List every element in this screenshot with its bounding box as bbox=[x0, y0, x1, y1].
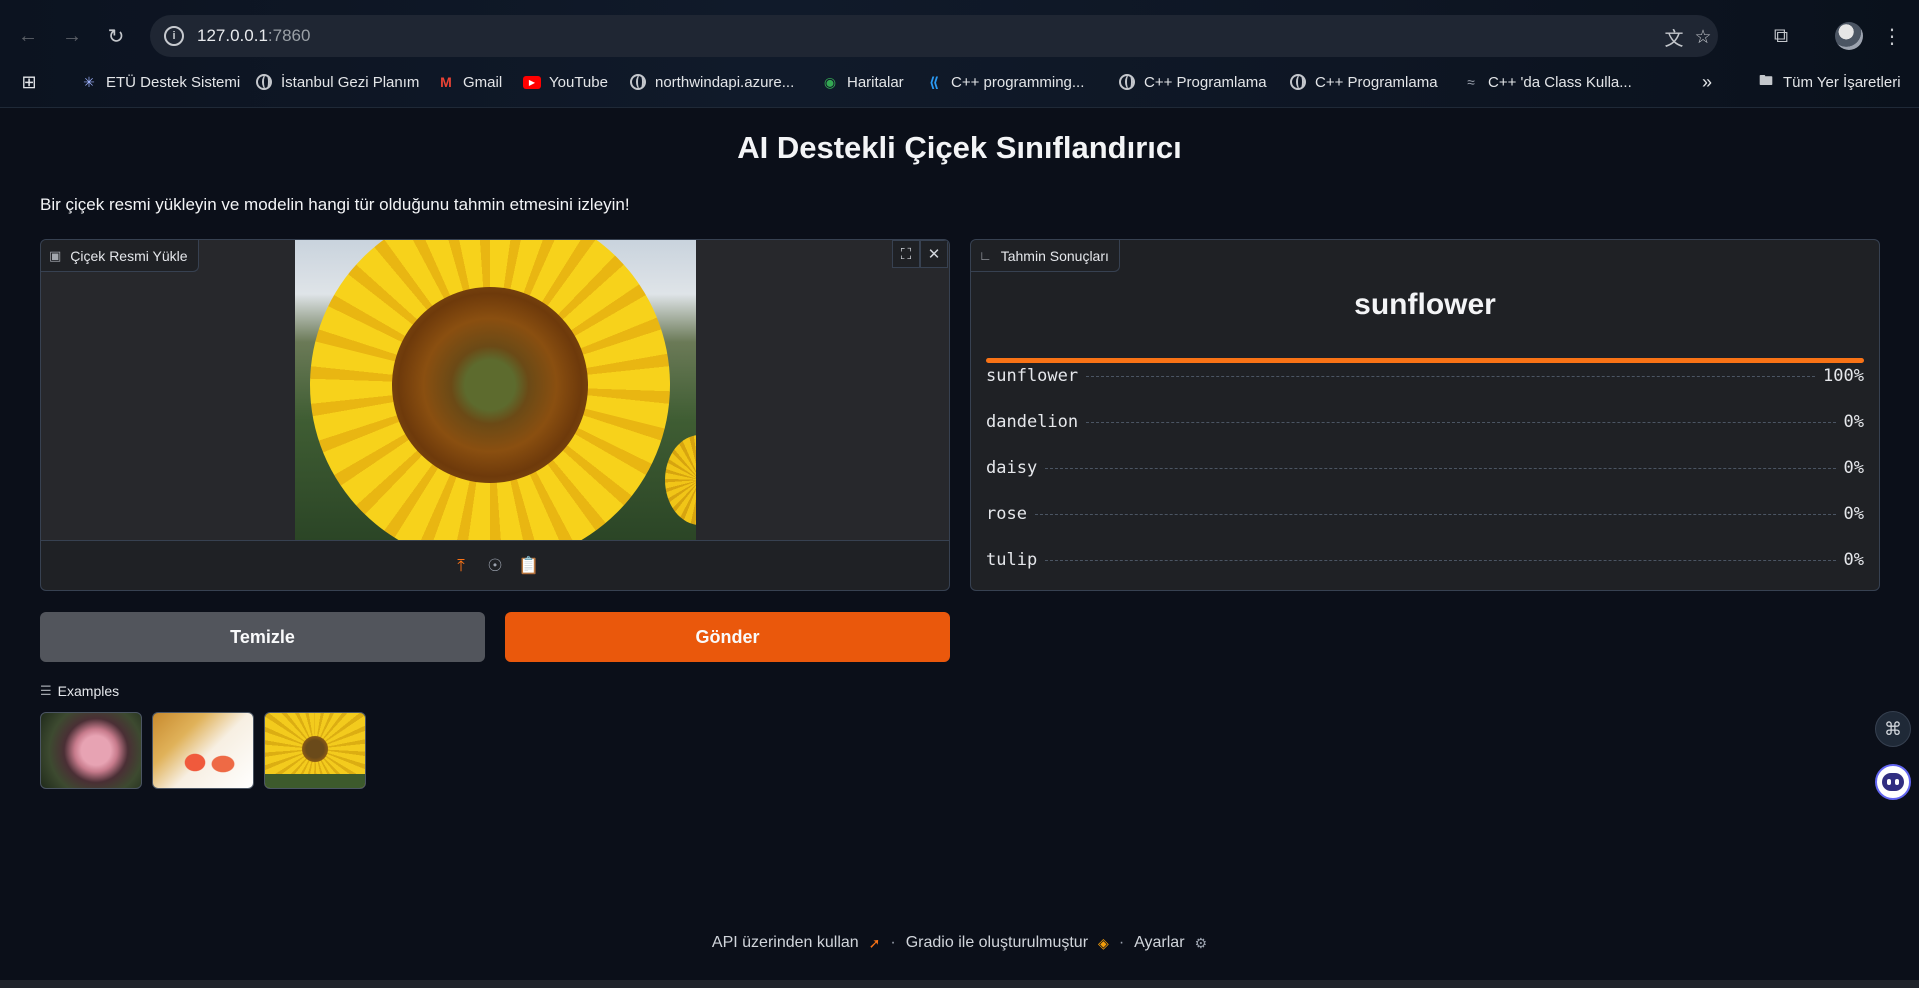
confidence-label: daisy bbox=[986, 458, 1038, 478]
rocket-icon: ➚ bbox=[868, 934, 881, 951]
confidence-value: 100% bbox=[1823, 366, 1864, 386]
bookmark-item[interactable]: ◉ Haritalar bbox=[821, 68, 904, 96]
browser-chrome: ← → ↻ i 127.0.0.1:7860 文 ☆ ⧉ ⋮ ⊞ ✳ ETÜ De… bbox=[0, 0, 1919, 107]
gmail-icon: M bbox=[440, 74, 452, 90]
confidence-value: 0% bbox=[1843, 412, 1864, 432]
confidence-row: daisy 0% bbox=[986, 450, 1864, 496]
forward-icon[interactable]: → bbox=[56, 20, 88, 52]
page-description: Bir çiçek resmi yükleyin ve modelin hang… bbox=[40, 195, 630, 214]
settings-link[interactable]: Ayarlar bbox=[1134, 934, 1184, 952]
confidence-label: tulip bbox=[986, 550, 1038, 570]
url-text[interactable]: 127.0.0.1:7860 bbox=[197, 26, 310, 46]
example-rose[interactable] bbox=[40, 712, 142, 789]
example-sunflower[interactable] bbox=[264, 712, 366, 789]
site-info-icon[interactable]: i bbox=[164, 26, 184, 46]
gradio-logo-icon: ◈ bbox=[1098, 934, 1109, 951]
assistant-icon[interactable] bbox=[1875, 764, 1911, 800]
bookmark-item[interactable]: C++ Programlama bbox=[1289, 68, 1438, 96]
confidence-row: dandelion 0% bbox=[986, 404, 1864, 450]
confidence-row: rose 0% bbox=[986, 496, 1864, 542]
feather-icon: ≈ bbox=[1467, 74, 1475, 90]
bookmark-item[interactable]: C++ Programlama bbox=[1118, 68, 1267, 96]
confidence-row: sunflower 100% bbox=[986, 358, 1864, 404]
gear-icon: ⚙ bbox=[1194, 934, 1208, 951]
address-bar[interactable]: i 127.0.0.1:7860 文 ☆ bbox=[150, 15, 1718, 57]
confidence-label: dandelion bbox=[986, 412, 1079, 432]
reload-icon[interactable]: ↻ bbox=[100, 20, 132, 52]
submit-button[interactable]: Gönder bbox=[505, 612, 950, 662]
predicted-label: sunflower bbox=[1354, 288, 1496, 321]
bookmark-item[interactable]: ≈ C++ 'da Class Kulla... bbox=[1462, 68, 1632, 96]
bookmarks-bar: ⊞ ✳ ETÜ Destek Sistemi İstanbul Gezi Plan… bbox=[0, 68, 1919, 104]
confidence-value: 0% bbox=[1843, 504, 1864, 524]
clipboard-icon[interactable]: 📋 bbox=[518, 556, 539, 576]
profile-avatar[interactable] bbox=[1835, 22, 1863, 50]
fullscreen-icon[interactable]: ⛶ bbox=[892, 240, 920, 268]
confidence-label: rose bbox=[986, 504, 1027, 524]
api-link[interactable]: API üzerinden kullan bbox=[712, 934, 859, 952]
bookmark-item[interactable]: ▶ YouTube bbox=[523, 68, 608, 96]
asterisk-icon: ✳ bbox=[83, 73, 95, 90]
examples-label: ☰ Examples bbox=[40, 683, 120, 699]
apps-grid-icon[interactable]: ⊞ bbox=[20, 68, 38, 96]
webcam-icon[interactable]: ☉ bbox=[485, 556, 505, 576]
translate-icon[interactable]: 文 bbox=[1663, 26, 1685, 50]
confidence-list: sunflower 100% dandelion 0% daisy 0% rose 0% tul… bbox=[986, 358, 1864, 588]
image-upload-panel: ▣ Çiçek Resmi Yükle ⛶ ✕ ⤒ ☉ 📋 bbox=[40, 239, 950, 591]
list-icon: ☰ bbox=[40, 683, 52, 698]
example-tulip[interactable] bbox=[152, 712, 254, 789]
bookmark-item[interactable]: northwindapi.azure... bbox=[629, 68, 794, 96]
input-panel-label: ▣ Çiçek Resmi Yükle bbox=[41, 240, 199, 272]
confidence-label: sunflower bbox=[986, 366, 1079, 386]
clear-button[interactable]: Temizle bbox=[40, 612, 485, 662]
vscode-icon: ⟪ bbox=[928, 73, 940, 90]
image-source-toolbar: ⤒ ☉ 📋 bbox=[41, 540, 949, 590]
confidence-value: 0% bbox=[1843, 550, 1864, 570]
uploaded-image bbox=[295, 240, 696, 540]
bookmark-item[interactable]: M Gmail bbox=[437, 68, 502, 96]
globe-icon bbox=[1118, 73, 1136, 91]
more-bookmarks-icon[interactable]: » bbox=[1698, 68, 1716, 96]
globe-icon bbox=[1289, 73, 1307, 91]
page-title: AI Destekli Çiçek Sınıflandırıcı bbox=[737, 130, 1182, 165]
back-icon[interactable]: ← bbox=[12, 20, 44, 52]
browser-menu-icon[interactable]: ⋮ bbox=[1876, 20, 1908, 52]
bookmark-item[interactable]: ⟪ C++ programming... bbox=[925, 68, 1084, 96]
youtube-icon: ▶ bbox=[523, 73, 541, 91]
taskbar-edge bbox=[0, 980, 1919, 988]
footer: API üzerinden kullan ➚ · Gradio ile oluş… bbox=[711, 934, 1208, 952]
command-icon[interactable]: ⌘ bbox=[1875, 711, 1911, 747]
upload-icon[interactable]: ⤒ bbox=[451, 556, 471, 576]
all-bookmarks[interactable]: 🖿 Tüm Yer İşaretleri bbox=[1757, 68, 1901, 96]
gradio-app: AI Destekli Çiçek Sınıflandırıcı Bir çiç… bbox=[0, 107, 1919, 988]
image-preview[interactable]: ⛶ ✕ bbox=[41, 240, 949, 540]
prediction-panel: ∟ Tahmin Sonuçları sunflower sunflower 10… bbox=[970, 239, 1880, 591]
output-panel-label: ∟ Tahmin Sonuçları bbox=[971, 240, 1120, 272]
gradio-link[interactable]: Gradio ile oluşturulmuştur bbox=[906, 934, 1088, 952]
bookmark-item[interactable]: İstanbul Gezi Planım bbox=[255, 68, 419, 96]
close-icon[interactable]: ✕ bbox=[920, 240, 948, 268]
extensions-icon[interactable]: ⧉ bbox=[1765, 20, 1797, 52]
globe-icon bbox=[629, 73, 647, 91]
bar-chart-icon: ∟ bbox=[979, 248, 992, 263]
globe-icon bbox=[255, 73, 273, 91]
confidence-value: 0% bbox=[1843, 458, 1864, 478]
bookmark-star-icon[interactable]: ☆ bbox=[1692, 26, 1714, 48]
confidence-bar bbox=[986, 358, 1864, 363]
image-icon: ▣ bbox=[49, 247, 62, 263]
confidence-row: tulip 0% bbox=[986, 542, 1864, 588]
folder-icon: 🖿 bbox=[1759, 72, 1773, 88]
maps-icon: ◉ bbox=[823, 73, 837, 90]
bookmark-item[interactable]: ✳ ETÜ Destek Sistemi bbox=[80, 68, 240, 96]
